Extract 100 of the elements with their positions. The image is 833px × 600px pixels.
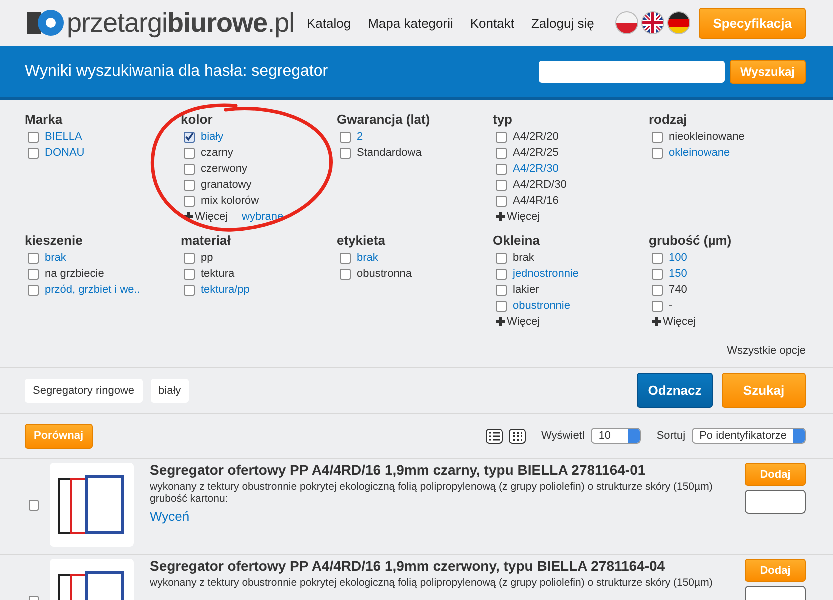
plus-icon (652, 317, 661, 326)
list-view-icon[interactable] (486, 428, 503, 444)
clear-button[interactable]: Odznacz (637, 373, 713, 408)
checkbox[interactable] (652, 284, 663, 296)
filter-option[interactable]: czarny (201, 147, 234, 159)
filter-option[interactable]: tektura (201, 268, 235, 280)
filter-option[interactable]: przód, grzbiet i we.. (45, 284, 140, 296)
nav-link[interactable]: Kontakt (470, 16, 514, 30)
product-title[interactable]: Segregator ofertowy PP A4/4RD/16 1,9mm czarny, typu BIELLA 2781164-01 (150, 462, 735, 478)
sort-select[interactable]: Po identyfikatorze (692, 428, 806, 444)
filter-heading: kieszenie (25, 233, 84, 248)
checkbox[interactable] (340, 252, 351, 264)
filter-option[interactable]: pp (201, 252, 214, 264)
checkbox[interactable] (340, 268, 351, 280)
plus-icon (496, 212, 505, 221)
nav-link[interactable]: Mapa kategorii (368, 16, 454, 30)
checkbox[interactable] (652, 268, 663, 280)
checkbox[interactable] (496, 252, 507, 264)
checkbox[interactable] (28, 268, 39, 280)
filter-option[interactable]: BIELLA (45, 131, 82, 143)
more-link[interactable]: Więcej (496, 211, 540, 223)
plus-icon (184, 212, 193, 221)
product-checkbox[interactable] (29, 500, 39, 511)
nav-link[interactable]: Zaloguj się (531, 16, 594, 30)
selected-link[interactable]: wybrane (242, 211, 284, 223)
filter-option[interactable]: obustronnie (513, 300, 570, 312)
checkbox[interactable] (184, 196, 195, 206)
checkbox[interactable] (340, 148, 351, 158)
checkbox[interactable] (496, 284, 507, 296)
checkbox[interactable] (652, 132, 663, 142)
filter-option[interactable]: 740 (669, 284, 688, 296)
checkbox[interactable] (496, 196, 507, 206)
filter-option[interactable]: lakier (513, 284, 540, 296)
filter-option[interactable]: A4/2RD/30 (513, 179, 567, 191)
logo-text[interactable]: przetargibiurowe.pl (67, 8, 295, 38)
filter-option[interactable]: mix kolorów (201, 195, 260, 207)
quantity-field[interactable] (745, 490, 806, 514)
filter-option[interactable]: - (669, 300, 673, 312)
checkbox[interactable] (184, 180, 195, 190)
filter-option[interactable]: okleinowane (669, 147, 730, 159)
checkbox[interactable] (28, 148, 39, 158)
plus-icon (496, 317, 505, 326)
checkbox[interactable] (496, 164, 507, 174)
flag-icon[interactable] (641, 11, 666, 35)
filter-chip[interactable]: biały (150, 378, 190, 402)
checkbox[interactable] (184, 252, 195, 264)
filter-option[interactable]: brak (45, 252, 66, 264)
checkbox[interactable] (652, 300, 663, 312)
product-title[interactable]: Segregator ofertowy PP A4/4RD/16 1,9mm czerwony, typu BIELLA 2781164-04 (150, 558, 735, 574)
checkbox[interactable] (496, 148, 507, 158)
checkbox[interactable] (652, 252, 663, 264)
filter-option[interactable]: A4/2R/20 (513, 131, 559, 143)
checkbox[interactable] (184, 148, 195, 158)
nav-link[interactable]: Katalog (307, 16, 352, 30)
checkbox[interactable] (496, 268, 507, 280)
filter-option[interactable]: brak (357, 252, 378, 264)
per-page-select[interactable]: 10 (590, 428, 641, 444)
filter-option[interactable]: 2 (357, 131, 364, 143)
checkbox[interactable] (184, 164, 195, 174)
filter-heading: grubość (µm) (649, 233, 733, 248)
filter-option[interactable]: biały (201, 131, 224, 143)
checkbox[interactable] (184, 268, 195, 280)
filter-option[interactable]: czerwony (201, 163, 248, 175)
filter-option[interactable]: brak (513, 252, 534, 264)
filter-option[interactable]: DONAU (45, 147, 85, 159)
all-options-link[interactable]: Wszystkie opcje (727, 345, 806, 357)
filter-option[interactable]: 100 (669, 252, 688, 264)
filter-heading: materiał (181, 233, 232, 248)
filter-chip[interactable]: Segregatory ringowe (25, 378, 143, 402)
filter-option[interactable]: obustronna (357, 268, 412, 280)
filter-option[interactable]: 150 (669, 268, 688, 280)
product-description: wykonany z tektury obustronnie pokrytej ekologiczną folią polipropylenową (z grupy poliolefin) o strukturze skóry (150µm) (150, 577, 714, 589)
checkbox[interactable] (184, 132, 195, 142)
show-label: Wyświetl (542, 430, 585, 442)
checkbox[interactable] (496, 132, 507, 142)
more-link[interactable]: Więcej (184, 211, 228, 223)
more-link[interactable]: Więcej (652, 316, 696, 328)
filter-option[interactable]: jednostronnie (513, 268, 580, 280)
filter-option[interactable]: A4/2R/25 (513, 147, 559, 159)
checkbox[interactable] (28, 284, 39, 296)
checkbox[interactable] (340, 132, 351, 142)
filter-option[interactable]: A4/2R/30 (513, 163, 559, 175)
flag-icon[interactable] (667, 11, 692, 35)
checkbox[interactable] (652, 148, 663, 158)
checkbox[interactable] (28, 252, 39, 264)
filter-option[interactable]: na grzbiecie (45, 268, 104, 280)
filter-option[interactable]: nieokleinowane (669, 131, 745, 143)
filter-option[interactable]: granatowy (201, 179, 252, 191)
grid-view-icon[interactable] (508, 428, 526, 444)
search-field[interactable] (538, 60, 725, 82)
checkbox[interactable] (28, 132, 39, 142)
checkbox[interactable] (184, 284, 195, 296)
filter-option[interactable]: A4/4R/16 (513, 195, 559, 207)
checkbox[interactable] (496, 300, 507, 312)
filter-option[interactable]: tektura/pp (201, 284, 250, 296)
more-link[interactable]: Więcej (496, 316, 540, 328)
checkbox[interactable] (496, 180, 507, 190)
quote-link[interactable]: Wyceń (150, 509, 190, 524)
filter-option[interactable]: Standardowa (357, 147, 422, 159)
sort-label: Sortuj (656, 430, 686, 442)
